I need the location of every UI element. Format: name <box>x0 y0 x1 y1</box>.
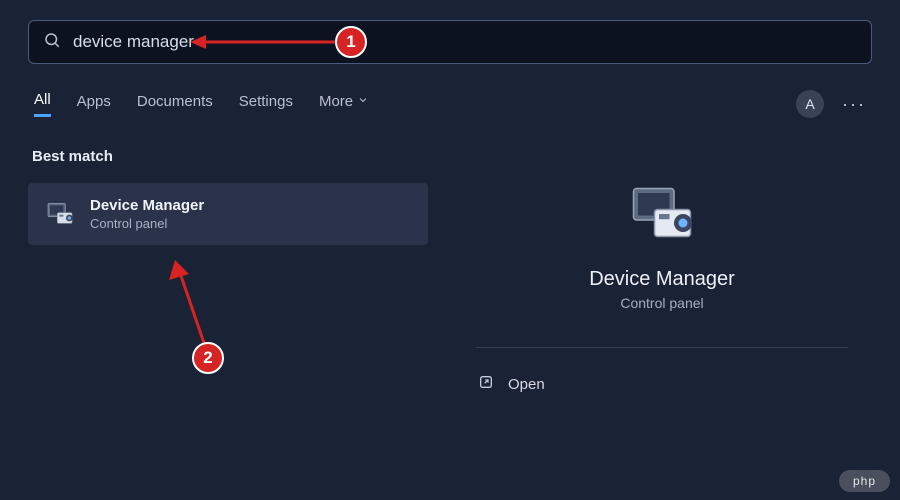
tab-settings[interactable]: Settings <box>239 91 293 117</box>
filter-tabs: All Apps Documents Settings More <box>34 91 770 117</box>
open-action[interactable]: Open <box>476 366 848 402</box>
open-label: Open <box>508 376 545 393</box>
result-text: Device Manager Control panel <box>90 197 204 231</box>
search-box[interactable] <box>28 20 872 64</box>
open-external-icon <box>478 374 494 394</box>
detail-panel: Device Manager Control panel Open <box>452 148 872 402</box>
tab-more-label: More <box>319 93 353 110</box>
detail-actions: Open <box>476 366 848 402</box>
search-icon <box>43 31 61 54</box>
watermark: php <box>839 470 890 492</box>
device-manager-icon <box>44 198 76 230</box>
result-device-manager[interactable]: Device Manager Control panel <box>28 183 428 245</box>
result-subtitle: Control panel <box>90 216 204 231</box>
chevron-down-icon <box>357 93 369 110</box>
annotation-bubble-1: 1 <box>335 26 367 58</box>
result-title: Device Manager <box>90 197 204 214</box>
overflow-menu-button[interactable]: ··· <box>842 94 866 115</box>
best-match-label: Best match <box>32 148 428 165</box>
annotation-bubble-2: 2 <box>192 342 224 374</box>
results-column: Best match Device Manager Control panel <box>28 148 428 402</box>
header-actions: A ··· <box>796 90 866 118</box>
detail-title: Device Manager <box>589 268 735 291</box>
detail-subtitle: Control panel <box>620 295 703 311</box>
tabs-row: All Apps Documents Settings More A ··· <box>28 90 872 118</box>
tab-documents[interactable]: Documents <box>137 91 213 117</box>
tab-apps[interactable]: Apps <box>77 91 111 117</box>
content-area: Best match Device Manager Control panel <box>28 148 872 402</box>
search-input[interactable] <box>73 32 857 52</box>
tab-more[interactable]: More <box>319 91 369 117</box>
user-avatar[interactable]: A <box>796 90 824 118</box>
detail-device-manager-icon <box>626 178 698 250</box>
tab-all[interactable]: All <box>34 91 51 117</box>
divider <box>476 347 848 348</box>
detail-column: Device Manager Control panel Open <box>452 148 872 402</box>
